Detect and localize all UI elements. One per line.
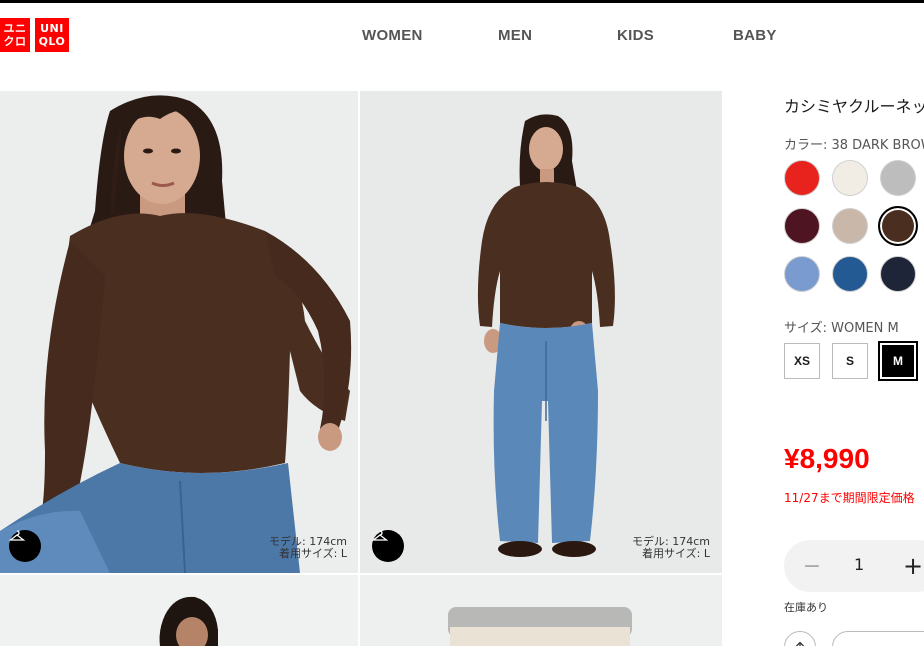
color-swatch-dark-brown[interactable] — [878, 206, 918, 246]
model-info: モデル: 174cm 着用サイズ: L — [632, 535, 710, 560]
size-label: サイズ: WOMEN M — [784, 321, 899, 336]
quantity-stepper: − 1 + — [784, 540, 924, 592]
model-partial-image — [159, 596, 218, 646]
product-photo-fullbody[interactable]: モデル: 174cm 着用サイズ: L — [360, 91, 722, 573]
try-on-button[interactable] — [372, 530, 404, 562]
product-gallery: モデル: 174cm 着用サイズ: L モデル: 174cm 着用サイズ: L — [0, 91, 722, 646]
share-icon — [796, 641, 804, 646]
size-s-button[interactable]: S — [832, 343, 868, 379]
color-swatch-light-blue[interactable] — [784, 256, 820, 292]
try-on-button[interactable] — [9, 530, 41, 562]
product-photo-3[interactable] — [0, 575, 358, 646]
logo-katakana: ユニ クロ — [0, 18, 30, 52]
logo-latin: UNI QLO — [35, 18, 69, 52]
model-closeup-image — [0, 95, 352, 573]
color-swatch-offwhite[interactable] — [832, 160, 868, 196]
price: ¥8,990 — [784, 443, 870, 474]
color-swatch-blue[interactable] — [832, 256, 868, 292]
color-swatch-wine[interactable] — [784, 208, 820, 244]
size-m-button[interactable]: M — [878, 341, 918, 381]
product-name: カシミヤクルーネックセーター — [784, 97, 924, 116]
hanger-icon — [372, 530, 388, 541]
nav-men[interactable]: MEN — [498, 27, 532, 44]
product-photo-4[interactable] — [360, 575, 722, 646]
uniqlo-logo[interactable]: ユニ クロ UNI QLO — [0, 18, 69, 52]
model-fullbody-image — [477, 114, 615, 557]
nav-women[interactable]: WOMEN — [362, 27, 423, 44]
size-xs-button[interactable]: XS — [784, 343, 820, 379]
model-info: モデル: 174cm 着用サイズ: L — [269, 535, 347, 560]
nav-baby[interactable]: BABY — [733, 27, 777, 44]
product-panel: カシミヤクルーネックセーター カラー: 38 DARK BROWN サイズ: W… — [784, 91, 924, 646]
color-swatch-gray[interactable] — [880, 160, 916, 196]
color-swatch-red[interactable] — [784, 160, 820, 196]
product-photo-closeup[interactable]: モデル: 174cm 着用サイズ: L — [0, 91, 358, 573]
color-label: カラー: 38 DARK BROWN — [784, 138, 924, 153]
color-swatch-navy[interactable] — [880, 256, 916, 292]
stock-status: 在庫あり — [784, 601, 828, 614]
share-button[interactable] — [784, 631, 816, 646]
nav-kids[interactable]: KIDS — [617, 27, 654, 44]
hanger-icon — [9, 530, 25, 541]
quantity-decrease-button[interactable]: − — [802, 553, 822, 579]
folded-sweater-image — [448, 607, 632, 646]
secondary-action-button[interactable] — [832, 631, 924, 646]
color-swatch-beige[interactable] — [832, 208, 868, 244]
site-header: ユニ クロ UNI QLO WOMEN MEN KIDS BABY — [0, 3, 924, 91]
quantity-increase-button[interactable]: + — [902, 552, 924, 580]
sale-note: 11/27まで期間限定価格 — [784, 491, 915, 505]
quantity-value: 1 — [854, 555, 865, 574]
